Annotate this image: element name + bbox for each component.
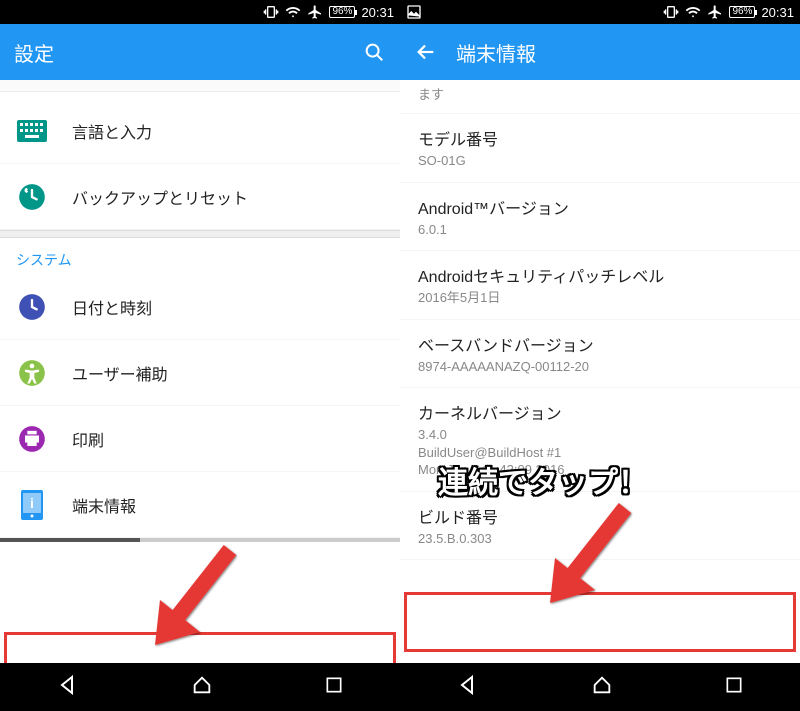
highlight-box <box>4 632 396 663</box>
info-title: ビルド番号 <box>418 504 782 528</box>
battery-icon: 96% <box>329 6 355 18</box>
row-label: 端末情報 <box>72 493 136 517</box>
nav-recent-icon[interactable] <box>324 675 344 700</box>
battery-icon: 96% <box>729 6 755 18</box>
info-title: ベースバンドバージョン <box>418 332 782 356</box>
status-bar: 96% 20:31 <box>400 0 800 24</box>
info-title: Android™バージョン <box>418 195 782 219</box>
svg-text:i: i <box>30 495 34 511</box>
vibrate-icon <box>263 4 279 20</box>
row-baseband[interactable]: ベースバンドバージョン 8974-AAAAANAZQ-00112-20 <box>400 320 800 389</box>
row-label: 言語と入力 <box>72 119 152 143</box>
row-model-number[interactable]: モデル番号 SO-01G <box>400 114 800 183</box>
row-label: ユーザー補助 <box>72 361 168 385</box>
row-language-input[interactable]: 言語と入力 <box>0 98 400 164</box>
info-value: 8974-AAAAANAZQ-00112-20 <box>418 358 782 376</box>
info-value: 23.5.B.0.303 <box>418 530 782 548</box>
info-value: SO-01G <box>418 152 782 170</box>
about-list[interactable]: ます モデル番号 SO-01G Android™バージョン 6.0.1 Andr… <box>400 80 800 663</box>
row-build-number[interactable]: ビルド番号 23.5.B.0.303 <box>400 492 800 561</box>
info-value: 2016年5月1日 <box>418 289 782 307</box>
vibrate-icon <box>663 4 679 20</box>
back-icon[interactable] <box>414 40 438 64</box>
info-value: 3.4.0 <box>418 426 782 444</box>
settings-list[interactable]: 言語と入力 バックアップとリセット システム 日付と時刻 ユーザー補助 <box>0 80 400 663</box>
nav-home-icon[interactable] <box>591 674 613 701</box>
airplane-icon <box>307 4 323 20</box>
status-time: 20:31 <box>361 5 394 20</box>
phone-info-icon: i <box>16 489 48 521</box>
info-value: 6.0.1 <box>418 221 782 239</box>
info-value: Mon Jun 6 11:42:09 2016 <box>418 461 782 479</box>
wifi-icon <box>285 4 301 20</box>
clock-icon <box>16 291 48 323</box>
nav-back-icon[interactable] <box>456 673 480 702</box>
info-title: モデル番号 <box>418 126 782 150</box>
nav-bar <box>400 663 800 711</box>
gallery-icon <box>406 4 422 20</box>
arrow-annotation <box>135 540 245 650</box>
accessibility-icon <box>16 357 48 389</box>
backup-icon <box>16 181 48 213</box>
keyboard-icon <box>16 115 48 147</box>
row-datetime[interactable]: 日付と時刻 <box>0 274 400 340</box>
app-bar: 設定 <box>0 24 400 80</box>
row-security-patch[interactable]: Androidセキュリティパッチレベル 2016年5月1日 <box>400 251 800 320</box>
row-kernel[interactable]: カーネルバージョン 3.4.0 BuildUser@BuildHost #1 M… <box>400 388 800 492</box>
section-system: システム <box>0 238 400 274</box>
search-icon[interactable] <box>362 40 386 64</box>
app-bar-title: 設定 <box>14 38 344 67</box>
nav-bar <box>0 663 400 711</box>
row-android-version[interactable]: Android™バージョン 6.0.1 <box>400 183 800 252</box>
status-bar: 96% 20:31 <box>0 0 400 24</box>
row-label: バックアップとリセット <box>72 185 248 209</box>
airplane-icon <box>707 4 723 20</box>
nav-home-icon[interactable] <box>191 674 213 701</box>
info-value: BuildUser@BuildHost #1 <box>418 444 782 462</box>
app-bar: 端末情報 <box>400 24 800 80</box>
row-printing[interactable]: 印刷 <box>0 406 400 472</box>
app-bar-title: 端末情報 <box>456 38 786 67</box>
row-accessibility[interactable]: ユーザー補助 <box>0 340 400 406</box>
row-label: 印刷 <box>72 427 104 451</box>
row-about-phone[interactable]: i 端末情報 <box>0 472 400 538</box>
row-label: 日付と時刻 <box>72 295 152 319</box>
clipped-row: ます <box>400 80 800 114</box>
info-title: カーネルバージョン <box>418 400 782 424</box>
row-backup-reset[interactable]: バックアップとリセット <box>0 164 400 230</box>
nav-back-icon[interactable] <box>56 673 80 702</box>
status-time: 20:31 <box>761 5 794 20</box>
print-icon <box>16 423 48 455</box>
info-title: Androidセキュリティパッチレベル <box>418 263 782 287</box>
nav-recent-icon[interactable] <box>724 675 744 700</box>
highlight-box <box>404 592 796 652</box>
wifi-icon <box>685 4 701 20</box>
